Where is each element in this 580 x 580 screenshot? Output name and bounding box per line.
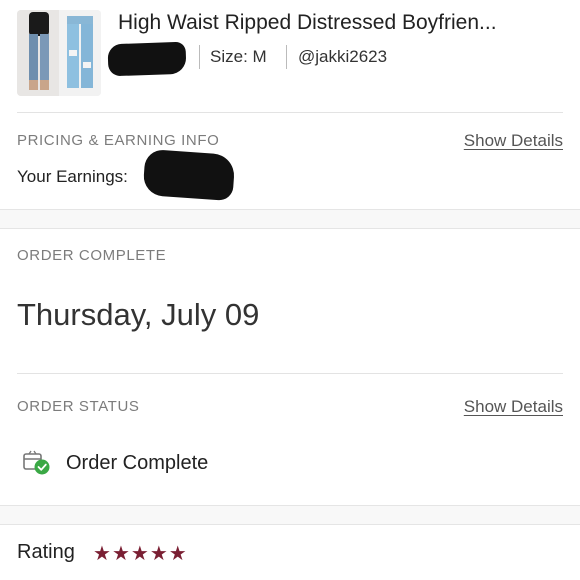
pricing-section-label: PRICING & EARNING INFO [17,132,220,149]
status-section-label: ORDER STATUS [17,398,140,415]
product-image [17,10,101,96]
section-gap [0,209,580,229]
order-date: Thursday, July 09 [17,297,260,332]
star-icon: ★ [111,543,130,565]
redaction-mark [142,148,236,202]
order-status-text: Order Complete [66,452,209,474]
redaction-mark [107,41,187,77]
order-section-label: ORDER COMPLETE [17,247,167,264]
status-show-details-link[interactable]: Show Details [464,397,563,417]
divider [17,112,563,113]
star-icon: ★ [149,543,168,565]
divider [286,45,287,69]
product-meta: Size: M @jakki2623 [107,41,568,77]
product-size: Size: M [210,47,267,66]
box-check-icon [22,450,52,476]
divider [199,45,200,69]
product-title[interactable]: High Waist Ripped Distressed Boyfrien... [118,11,568,35]
rating-label: Rating [17,541,75,563]
pricing-show-details-link[interactable]: Show Details [464,131,563,151]
rating-stars: ★★★★★ [93,541,188,566]
section-gap [0,505,580,525]
star-icon: ★ [93,543,111,565]
seller-username[interactable]: @jakki2623 [298,47,387,67]
star-icon: ★ [130,543,149,565]
earnings-label: Your Earnings: [17,167,128,186]
star-icon: ★ [168,543,187,565]
divider [17,373,563,374]
product-thumbnail[interactable] [17,10,101,96]
